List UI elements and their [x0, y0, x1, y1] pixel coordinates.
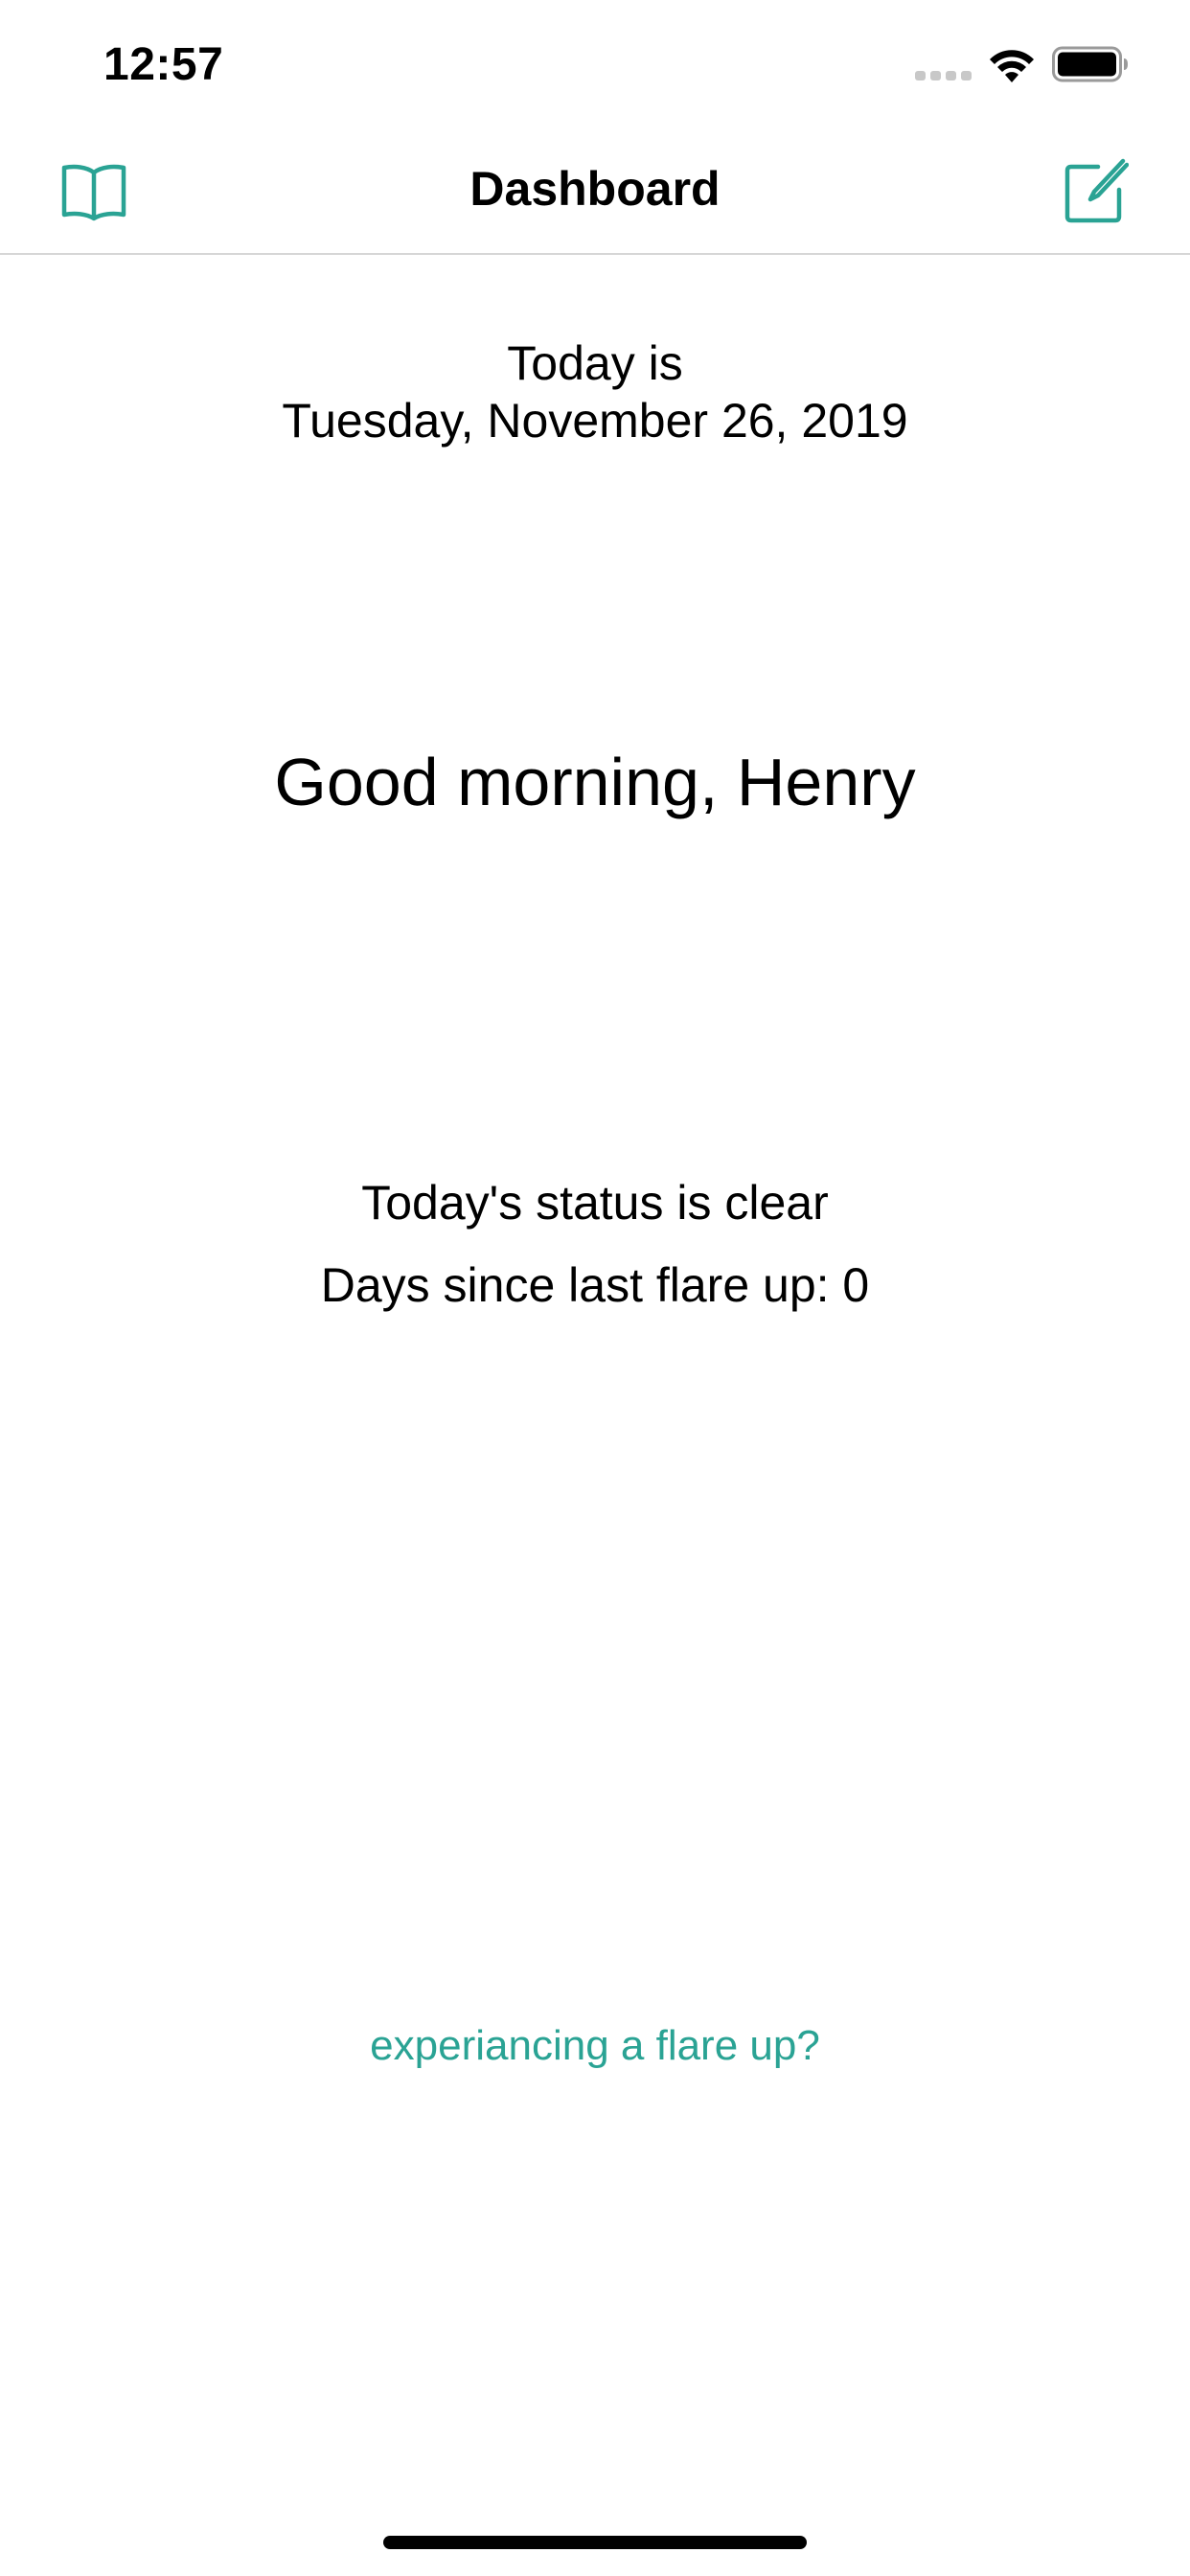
cellular-signal-icon — [915, 71, 972, 80]
greeting-text: Good morning, Henry — [274, 745, 916, 819]
today-label: Today is — [507, 336, 683, 390]
battery-icon — [1052, 46, 1128, 82]
compose-icon — [1064, 158, 1129, 223]
status-bar: 12:57 — [0, 0, 1190, 126]
page-title: Dashboard — [469, 162, 721, 216]
status-text: Today's status is clear — [361, 1176, 829, 1230]
new-entry-button[interactable] — [1056, 153, 1133, 230]
navigation-bar: Dashboard — [0, 126, 1190, 255]
today-date: Tuesday, November 26, 2019 — [282, 394, 908, 448]
days-since-flare-text: Days since last flare up: 0 — [320, 1258, 870, 1312]
home-indicator[interactable] — [383, 2536, 807, 2549]
wifi-icon — [990, 50, 1034, 82]
report-flare-link[interactable]: experiancing a flare up? — [0, 2022, 1190, 2070]
status-time: 12:57 — [103, 39, 224, 90]
screen: 12:57 Dashboard Today is Tuesday, Novemb… — [0, 0, 1190, 2576]
